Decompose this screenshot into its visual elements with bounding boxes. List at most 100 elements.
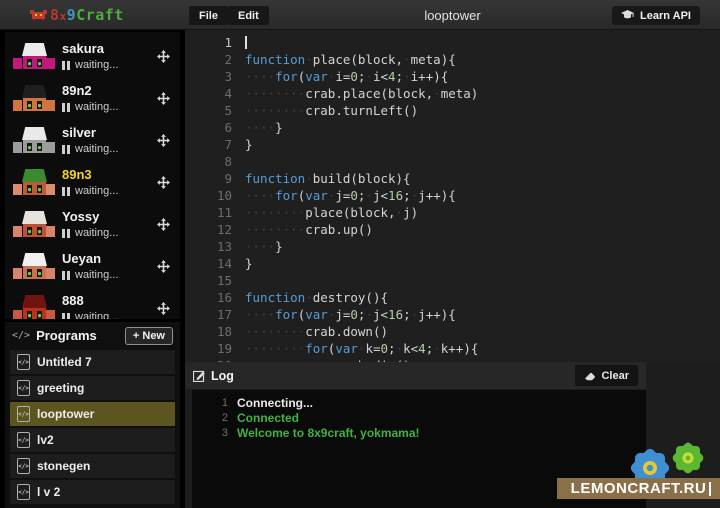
- avatar-claw: [46, 226, 55, 237]
- agent-row[interactable]: 89n3waiting...: [5, 163, 180, 205]
- avatar-shell: [22, 43, 47, 56]
- agent-status-text: waiting...: [75, 269, 118, 281]
- agent-row[interactable]: Ueyan waiting...: [5, 247, 180, 289]
- line-number: 12: [185, 221, 232, 238]
- code-text: function·place(block,·meta){: [232, 51, 456, 68]
- agent-row[interactable]: sakurawaiting...: [5, 37, 180, 79]
- agent-avatar: [12, 168, 56, 198]
- avatar-claw: [13, 310, 22, 319]
- agent-info: 89n3waiting...: [62, 167, 118, 197]
- code-line: 6····}: [185, 119, 720, 136]
- move-agent-button[interactable]: [157, 92, 170, 105]
- move-agent-button[interactable]: [157, 134, 170, 147]
- code-text: }: [232, 136, 253, 153]
- agent-row[interactable]: silverwaiting...: [5, 121, 180, 163]
- agent-name: Yossy: [62, 209, 118, 224]
- agent-status: waiting...: [62, 311, 118, 319]
- agent-status: waiting...: [62, 101, 118, 113]
- code-text: [232, 34, 247, 51]
- code-text: [232, 272, 245, 289]
- code-line: 15: [185, 272, 720, 289]
- code-line: 2function·place(block,·meta){: [185, 51, 720, 68]
- log-edit-icon: [193, 370, 205, 382]
- code-text: ········crab.down(): [232, 323, 388, 340]
- program-item[interactable]: </> stonegen: [10, 454, 175, 478]
- file-code-icon: </>: [17, 354, 30, 370]
- agent-row[interactable]: 888waiting...: [5, 289, 180, 319]
- avatar-shell: [22, 295, 47, 308]
- log-line: 3Welcome to 8x9craft, yokmama!: [192, 425, 646, 440]
- code-editor[interactable]: 12function·place(block,·meta){3····for(v…: [185, 30, 720, 362]
- move-agent-button[interactable]: [157, 218, 170, 231]
- line-number: 13: [185, 238, 232, 255]
- agent-status: waiting...: [62, 143, 118, 155]
- move-agent-button[interactable]: [157, 260, 170, 273]
- code-text: [232, 153, 245, 170]
- pause-icon: [62, 187, 70, 196]
- code-text: }: [232, 255, 253, 272]
- agent-name: Ueyan: [62, 251, 118, 266]
- line-number: 16: [185, 289, 232, 306]
- avatar-eye: [27, 227, 32, 235]
- app-logo: 8x9Craft: [30, 6, 124, 24]
- line-number: 2: [185, 51, 232, 68]
- avatar-claw: [46, 310, 55, 319]
- avatar-claw: [46, 142, 55, 153]
- avatar-eye: [27, 311, 32, 319]
- programs-panel: </> Programs + New </>Untitled 7</>greet…: [5, 322, 180, 508]
- agent-list: sakurawaiting...89n2waiting...silverwait…: [5, 32, 180, 319]
- 8x9craft-app: 8x9Craft File Edit looptower Learn API s…: [0, 0, 720, 508]
- avatar-claw: [46, 184, 55, 195]
- code-text: function·build(block){: [232, 170, 411, 187]
- program-item-label: stonegen: [37, 459, 90, 473]
- avatar-eye: [37, 59, 42, 67]
- move-agent-button[interactable]: [157, 176, 170, 189]
- program-item[interactable]: </>Untitled 7: [10, 350, 175, 374]
- code-line: 10····for(var·j=0;·j<16;·j++){: [185, 187, 720, 204]
- agent-row[interactable]: Yossywaiting...: [5, 205, 180, 247]
- code-line: 17····for(var·j=0;·j<16;·j++){: [185, 306, 720, 323]
- agent-info: Ueyan waiting...: [62, 251, 118, 281]
- move-agent-icon: [157, 302, 170, 315]
- avatar-shell: [22, 127, 47, 140]
- graduation-cap-icon: [621, 10, 634, 21]
- program-item[interactable]: </>looptower: [10, 402, 175, 426]
- move-agent-icon: [157, 92, 170, 105]
- line-number: 17: [185, 306, 232, 323]
- line-number: 11: [185, 204, 232, 221]
- file-code-icon: </>: [17, 458, 30, 474]
- agent-row[interactable]: 89n2waiting...: [5, 79, 180, 121]
- code-line: 9function·build(block){: [185, 170, 720, 187]
- line-number: 15: [185, 272, 232, 289]
- line-number: 9: [185, 170, 232, 187]
- log-line: 1Connecting...: [192, 395, 646, 410]
- move-agent-button[interactable]: [157, 50, 170, 63]
- file-code-icon: </>: [17, 484, 30, 500]
- pause-icon: [62, 313, 70, 320]
- learn-api-button[interactable]: Learn API: [612, 6, 700, 25]
- pause-icon: [62, 229, 70, 238]
- line-number: 10: [185, 187, 232, 204]
- code-line: 13····}: [185, 238, 720, 255]
- code-text: ········place(block,·j): [232, 204, 418, 221]
- avatar-eye: [37, 143, 42, 151]
- new-program-button[interactable]: + New: [125, 327, 173, 345]
- line-number: 14: [185, 255, 232, 272]
- line-number: 6: [185, 119, 232, 136]
- code-line: 8: [185, 153, 720, 170]
- line-number: 3: [185, 68, 232, 85]
- code-brackets-icon: </>: [12, 330, 30, 341]
- avatar-claw: [13, 142, 22, 153]
- move-agent-button[interactable]: [157, 302, 170, 315]
- log-message: Connected: [237, 411, 299, 425]
- avatar-claw: [13, 268, 22, 279]
- program-item[interactable]: </>greeting: [10, 376, 175, 400]
- program-item[interactable]: </>lv2: [10, 428, 175, 452]
- avatar-eye: [27, 59, 32, 67]
- log-line-number: 2: [192, 412, 228, 424]
- pause-icon: [62, 103, 70, 112]
- program-item[interactable]: </>l v 2: [10, 480, 175, 504]
- code-text: function·destroy(){: [232, 289, 388, 306]
- avatar-shell: [22, 253, 47, 266]
- clear-log-button[interactable]: Clear: [575, 365, 638, 386]
